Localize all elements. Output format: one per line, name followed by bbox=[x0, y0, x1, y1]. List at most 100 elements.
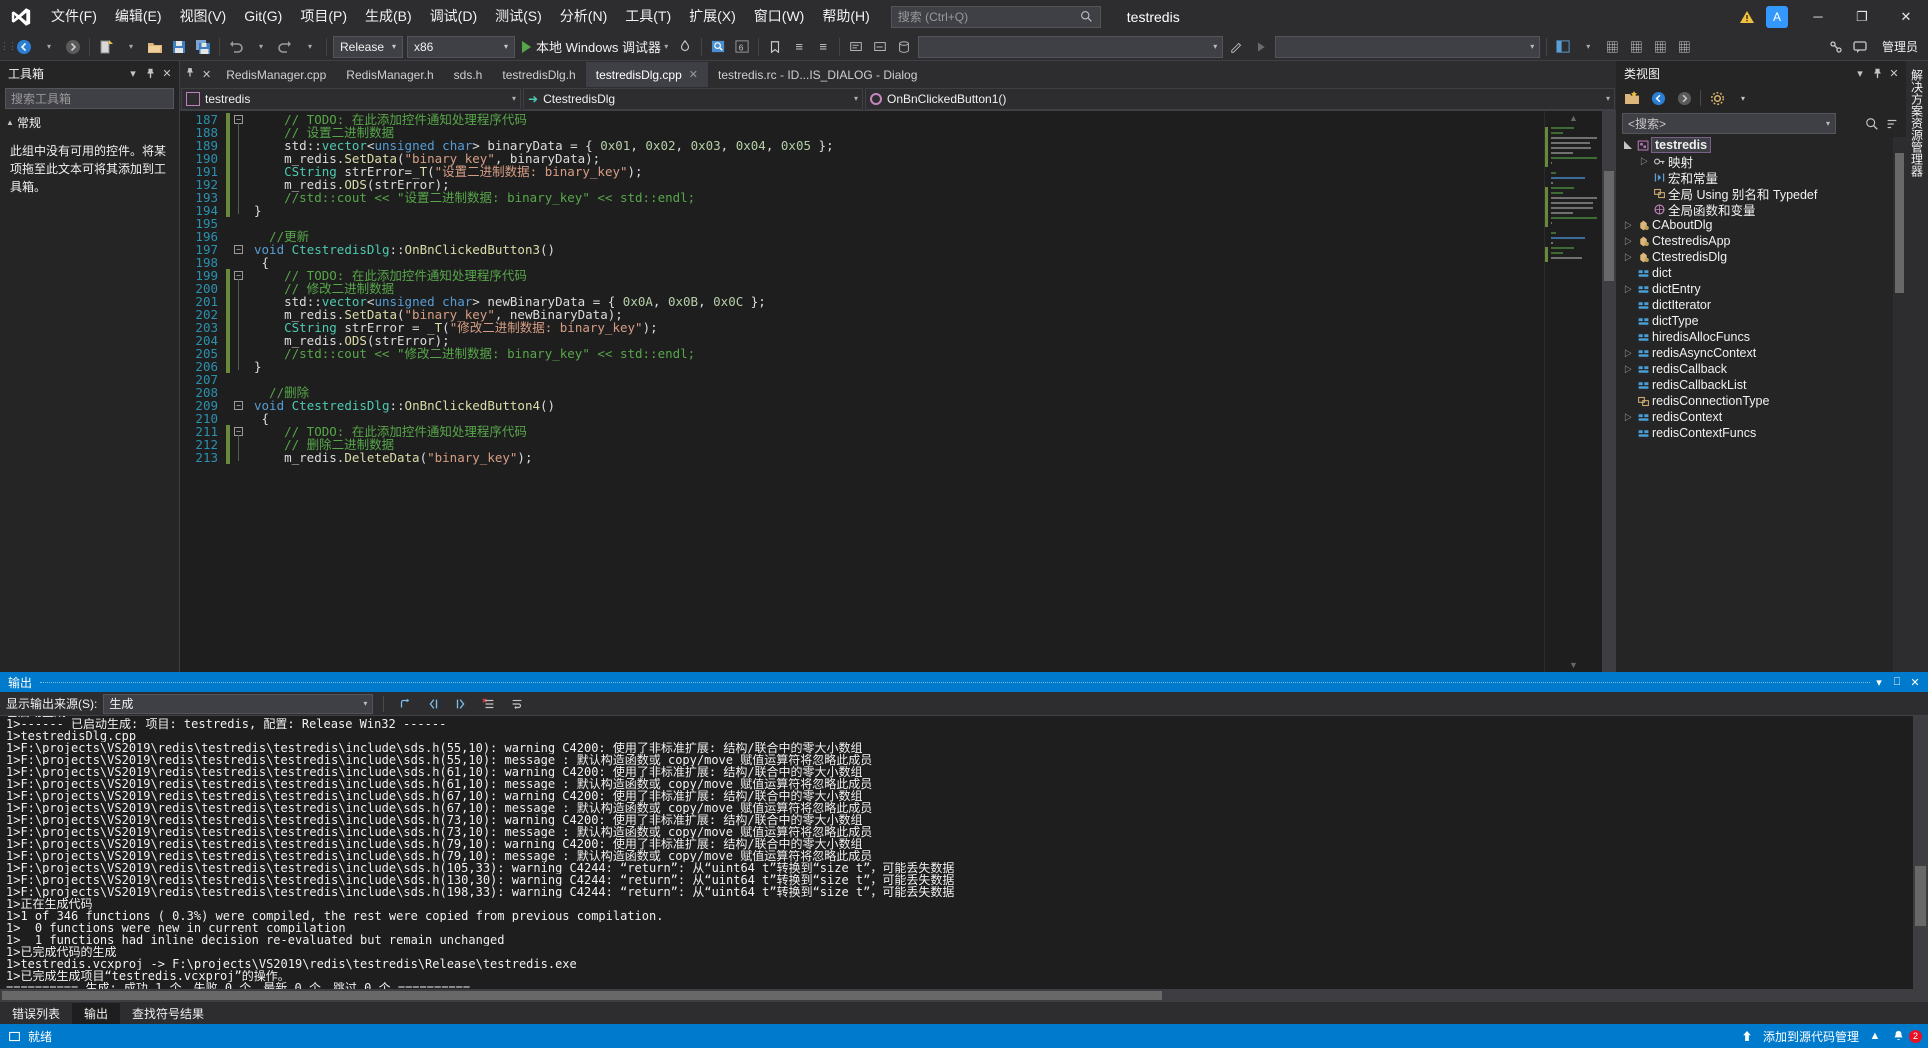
navigate-back-dropdown[interactable]: ▾ bbox=[37, 35, 61, 59]
menu-tools[interactable]: 工具(T) bbox=[616, 0, 680, 33]
class-view-item-rediscontextfuncs[interactable]: redisContextFuncs bbox=[1616, 425, 1906, 441]
minimize-button[interactable]: ─ bbox=[1796, 0, 1840, 33]
close-icon[interactable]: ✕ bbox=[159, 64, 175, 82]
tab-find-symbol-results[interactable]: 查找符号结果 bbox=[120, 1003, 216, 1024]
expander-icon[interactable]: ▷ bbox=[1622, 364, 1634, 375]
previous-message-icon[interactable] bbox=[422, 694, 444, 714]
solution-explorer-side-tab[interactable]: 解决方案资源管理器 bbox=[1906, 61, 1928, 672]
bookmark-icon[interactable] bbox=[763, 35, 787, 59]
minimap-scroll-down-icon[interactable]: ▼ bbox=[1569, 660, 1578, 670]
chevron-down-icon[interactable]: ▾ bbox=[1826, 119, 1830, 128]
output-vertical-scrollbar[interactable] bbox=[1913, 716, 1928, 989]
class-view-item-using-typedef[interactable]: 全局 Using 别名和 Typedef bbox=[1616, 185, 1906, 202]
class-view-item-[interactable]: ▷ 映射 bbox=[1616, 153, 1906, 170]
edit-icon[interactable] bbox=[1225, 35, 1249, 59]
live-share-icon[interactable] bbox=[1824, 35, 1848, 59]
start-debug-button[interactable]: 本地 Windows 调试器 ▾ bbox=[517, 35, 673, 59]
close-icon[interactable]: ✕ bbox=[1886, 64, 1902, 82]
close-button[interactable]: ✕ bbox=[1884, 0, 1928, 33]
class-view-search-input[interactable]: <搜索> ▾ bbox=[1622, 113, 1836, 134]
navbar-class-selector[interactable]: ➜ CtestredisDlg ▾ bbox=[523, 87, 863, 110]
output-horizontal-scrollbar[interactable] bbox=[0, 989, 1928, 1002]
tab-redismanager-cpp[interactable]: RedisManager.cpp bbox=[216, 62, 337, 87]
code-editor[interactable]: 187 188 189 190 191 192 193 194 195 196 197 198 199 2… bbox=[180, 111, 1616, 672]
close-icon[interactable]: ✕ bbox=[689, 68, 698, 81]
navbar-project-selector[interactable]: testredis ▾ bbox=[181, 87, 521, 110]
class-view-item-dictentry[interactable]: ▷ dictEntry bbox=[1616, 281, 1906, 297]
tab-error-list[interactable]: 错误列表 bbox=[0, 1003, 72, 1024]
expander-icon[interactable]: ▷ bbox=[1622, 252, 1634, 263]
menu-analyze[interactable]: 分析(N) bbox=[551, 0, 616, 33]
comment-icon[interactable] bbox=[844, 35, 868, 59]
undo-dropdown[interactable]: ▾ bbox=[249, 35, 273, 59]
account-avatar[interactable]: A bbox=[1766, 5, 1788, 28]
menu-git[interactable]: Git(G) bbox=[235, 0, 291, 33]
code-line[interactable]: } bbox=[254, 360, 262, 373]
new-item-icon[interactable] bbox=[94, 35, 118, 59]
chevron-down-icon[interactable]: ▾ bbox=[1733, 88, 1753, 108]
code-line[interactable]: void CtestredisDlg::OnBnClickedButton4() bbox=[254, 399, 555, 412]
platform-selector[interactable]: x86 ▾ bbox=[407, 35, 515, 58]
indent-decrease-icon[interactable]: ≡ bbox=[787, 35, 811, 59]
class-view-item-redisconnectiontype[interactable]: redisConnectionType bbox=[1616, 393, 1906, 409]
class-view-item-[interactable]: 全局函数和变量 bbox=[1616, 201, 1906, 218]
class-view-item-testredis[interactable]: ◣ testredis bbox=[1616, 137, 1906, 153]
jump-to-icon[interactable] bbox=[394, 694, 416, 714]
fold-toggle-icon[interactable]: − bbox=[234, 401, 243, 410]
clear-all-icon[interactable] bbox=[478, 694, 500, 714]
next-message-icon[interactable] bbox=[450, 694, 472, 714]
class-view-item-caboutdlg[interactable]: ▷ CAboutDlg bbox=[1616, 217, 1906, 233]
feedback-icon[interactable] bbox=[1848, 35, 1872, 59]
tab-testredisdlg-cpp[interactable]: testredisDlg.cpp ✕ bbox=[585, 62, 708, 87]
gear-icon[interactable] bbox=[1707, 88, 1727, 108]
toolbox-search-input[interactable]: 搜索工具箱 bbox=[5, 88, 174, 109]
expander-icon[interactable]: ▷ bbox=[1622, 412, 1634, 423]
menu-edit[interactable]: 编辑(E) bbox=[106, 0, 171, 33]
class-view-item-rediscallback[interactable]: ▷ redisCallback bbox=[1616, 361, 1906, 377]
class-view-item-ctestredisapp[interactable]: ▷ CtestredisApp bbox=[1616, 233, 1906, 249]
editor-vertical-scrollbar[interactable] bbox=[1602, 111, 1616, 672]
output-scroll-thumb[interactable] bbox=[1915, 866, 1926, 926]
menu-build[interactable]: 生成(B) bbox=[356, 0, 421, 33]
notification-bell[interactable]: 2 bbox=[1891, 1028, 1922, 1044]
code-line[interactable]: m_redis.DeleteData("binary_key"); bbox=[254, 451, 532, 464]
toolbar-grip[interactable]: ⋮⋮ bbox=[0, 38, 17, 56]
grid-icon[interactable]: ▦ bbox=[1600, 35, 1624, 59]
tab-output[interactable]: 输出 bbox=[72, 1003, 121, 1024]
indent-increase-icon[interactable]: ≡ bbox=[811, 35, 835, 59]
minimap-scroll-up-icon[interactable]: ▲ bbox=[1569, 113, 1578, 123]
sort-icon[interactable] bbox=[1882, 114, 1902, 134]
administrator-label[interactable]: 管理员 bbox=[1872, 35, 1928, 59]
code-text-area[interactable]: 187 188 189 190 191 192 193 194 195 196 197 198 199 2… bbox=[180, 111, 1544, 672]
code-lines[interactable]: // TODO: 在此添加控件通知处理程序代码 // 设置二进制数据 std::… bbox=[254, 111, 1544, 672]
redo-dropdown[interactable]: ▾ bbox=[298, 35, 322, 59]
toolwindow-icon[interactable] bbox=[1551, 35, 1575, 59]
navigate-forward-icon[interactable] bbox=[1674, 88, 1694, 108]
find-combo[interactable]: ▾ bbox=[918, 35, 1224, 58]
class-view-item-rediscallbacklist[interactable]: redisCallbackList bbox=[1616, 377, 1906, 393]
menu-file[interactable]: 文件(F) bbox=[42, 0, 106, 33]
warning-triangle-icon[interactable] bbox=[1736, 6, 1758, 28]
toolwindow-dropdown[interactable]: ▾ bbox=[1576, 35, 1600, 59]
class-view-item-dictiterator[interactable]: dictIterator bbox=[1616, 297, 1906, 313]
output-text[interactable]: 已启动生成...1>------ 已启动生成: 项目: testredis, 配… bbox=[0, 716, 1913, 989]
step-icon[interactable]: 6 bbox=[730, 35, 754, 59]
menu-extensions[interactable]: 扩展(X) bbox=[680, 0, 745, 33]
search-icon[interactable] bbox=[1862, 114, 1882, 134]
menu-test[interactable]: 测试(S) bbox=[486, 0, 551, 33]
chevron-down-icon[interactable]: ▾ bbox=[1870, 673, 1888, 691]
navbar-member-selector[interactable]: OnBnClickedButton1() ▾ bbox=[865, 87, 1615, 110]
secondary-combo[interactable]: ▾ bbox=[1275, 35, 1541, 58]
status-source-control-label[interactable]: 添加到源代码管理 bbox=[1763, 1028, 1859, 1045]
toolbox-section-general[interactable]: ▲ 常规 bbox=[0, 112, 179, 132]
grid2-icon[interactable]: ▦ bbox=[1624, 35, 1648, 59]
navigate-forward-icon[interactable] bbox=[61, 35, 85, 59]
tab-testredis-rc[interactable]: testredis.rc - ID...IS_DIALOG - Dialog bbox=[708, 62, 928, 87]
chevron-down-icon[interactable]: ▾ bbox=[125, 64, 141, 82]
expander-icon[interactable]: ▷ bbox=[1622, 348, 1634, 359]
pin-icon[interactable] bbox=[142, 64, 158, 82]
tab-redismanager-h[interactable]: RedisManager.h bbox=[336, 62, 444, 87]
chevron-up-icon[interactable]: ⬆ bbox=[1739, 1028, 1755, 1044]
pin-icon[interactable] bbox=[185, 67, 195, 81]
expander-icon[interactable]: ▷ bbox=[1622, 236, 1634, 247]
